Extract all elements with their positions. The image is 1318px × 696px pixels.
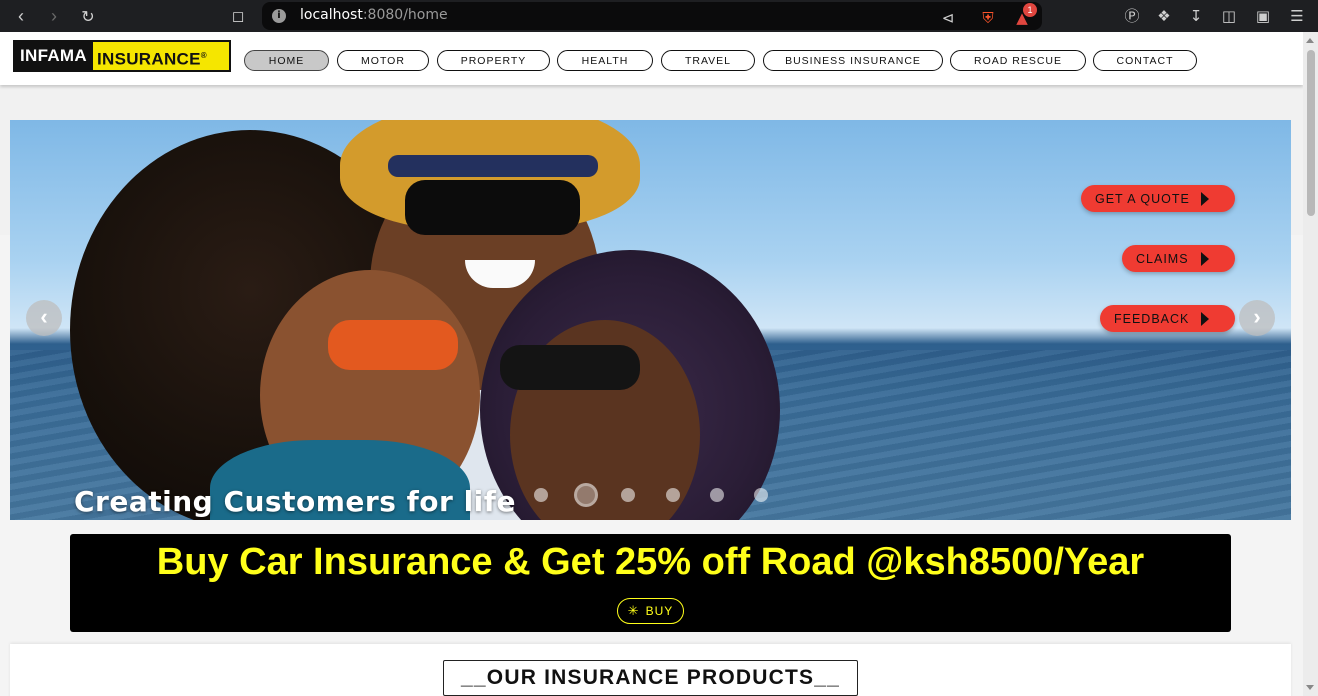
wallet-w-icon[interactable]: Ⓟ <box>1122 6 1142 26</box>
menu-icon[interactable]: ☰ <box>1287 6 1307 26</box>
hero-photo-woman-sunglasses <box>328 320 458 370</box>
carousel-dot[interactable] <box>621 488 635 502</box>
carousel-next-icon[interactable]: › <box>1239 300 1275 336</box>
feedback-button[interactable]: FEEDBACK <box>1100 305 1235 332</box>
wallet-icon[interactable]: ▣ <box>1253 6 1273 26</box>
click-icon: ✳ <box>627 603 640 619</box>
logo[interactable]: INFAMA INSURANCE® <box>13 40 231 72</box>
site-info-icon[interactable]: i <box>272 9 286 23</box>
scroll-thumb[interactable] <box>1307 50 1315 216</box>
logo-text-part2: INSURANCE® <box>92 42 229 70</box>
hero-carousel[interactable]: Creating Customers for life ‹ › GET A QU… <box>10 120 1291 520</box>
nav-business-insurance[interactable]: BUSINESS INSURANCE <box>763 50 943 71</box>
notification-badge: 1 <box>1023 3 1037 17</box>
products-section: __OUR INSURANCE PRODUCTS__ <box>10 644 1291 696</box>
carousel-dot[interactable] <box>710 488 724 502</box>
address-bar[interactable]: i localhost:8080/home ⊲ ⛨ ▲ 1 <box>262 2 1042 30</box>
hero-photo-hatband <box>388 155 598 177</box>
page-scrollbar[interactable] <box>1303 32 1318 696</box>
scroll-down-icon[interactable] <box>1306 685 1314 690</box>
nav-road-rescue[interactable]: ROAD RESCUE <box>950 50 1086 71</box>
hero-caption: Creating Customers for life <box>74 485 516 518</box>
carousel-dot[interactable] <box>534 488 548 502</box>
claims-label: CLAIMS <box>1136 251 1189 266</box>
nav-travel[interactable]: TRAVEL <box>661 50 755 71</box>
carousel-dot-active[interactable] <box>574 483 598 507</box>
buy-label: BUY <box>645 604 674 618</box>
promo-banner: Buy Car Insurance & Get 25% off Road @ks… <box>70 534 1231 632</box>
carousel-dot[interactable] <box>666 488 680 502</box>
logo-text-part1: INFAMA <box>15 42 93 70</box>
products-title: __OUR INSURANCE PRODUCTS__ <box>443 660 858 696</box>
hero-photo-man-sunglasses <box>405 180 580 235</box>
bookmark-icon[interactable]: ◻ <box>228 6 248 26</box>
share-icon[interactable]: ⊲ <box>938 8 958 28</box>
reload-icon[interactable]: ↻ <box>78 6 98 26</box>
get-quote-button[interactable]: GET A QUOTE <box>1081 185 1235 212</box>
download-icon[interactable]: ↧ <box>1186 6 1206 26</box>
extensions-icon[interactable]: ❖ <box>1154 6 1174 26</box>
play-arrow-icon <box>1201 192 1209 206</box>
claims-button[interactable]: CLAIMS <box>1122 245 1235 272</box>
get-quote-label: GET A QUOTE <box>1095 191 1190 206</box>
url-text[interactable]: localhost:8080/home <box>300 7 448 23</box>
back-icon[interactable]: ‹ <box>11 6 31 26</box>
hero-photo-girl-sunglasses <box>500 345 640 390</box>
sidebar-icon[interactable]: ◫ <box>1219 6 1239 26</box>
nav-home[interactable]: HOME <box>244 50 329 71</box>
carousel-dot[interactable] <box>754 488 768 502</box>
nav-property[interactable]: PROPERTY <box>437 50 550 71</box>
nav-contact[interactable]: CONTACT <box>1093 50 1197 71</box>
nav-motor[interactable]: MOTOR <box>337 50 429 71</box>
brave-shields-icon[interactable]: ⛨ <box>978 8 998 28</box>
promo-headline: Buy Car Insurance & Get 25% off Road @ks… <box>156 541 1145 583</box>
nav-health[interactable]: HEALTH <box>557 50 653 71</box>
carousel-prev-icon[interactable]: ‹ <box>26 300 62 336</box>
scroll-up-icon[interactable] <box>1306 38 1314 43</box>
play-arrow-icon <box>1201 252 1209 266</box>
browser-toolbar: ‹ › ↻ ◻ i localhost:8080/home ⊲ ⛨ ▲ 1 Ⓟ … <box>0 0 1318 32</box>
page: INFAMA INSURANCE® HOME MOTOR PROPERTY HE… <box>0 32 1303 696</box>
play-arrow-icon <box>1201 312 1209 326</box>
buy-button[interactable]: ✳ BUY <box>617 598 684 624</box>
site-header: INFAMA INSURANCE® HOME MOTOR PROPERTY HE… <box>0 32 1303 85</box>
forward-icon[interactable]: › <box>44 6 64 26</box>
feedback-label: FEEDBACK <box>1114 311 1190 326</box>
